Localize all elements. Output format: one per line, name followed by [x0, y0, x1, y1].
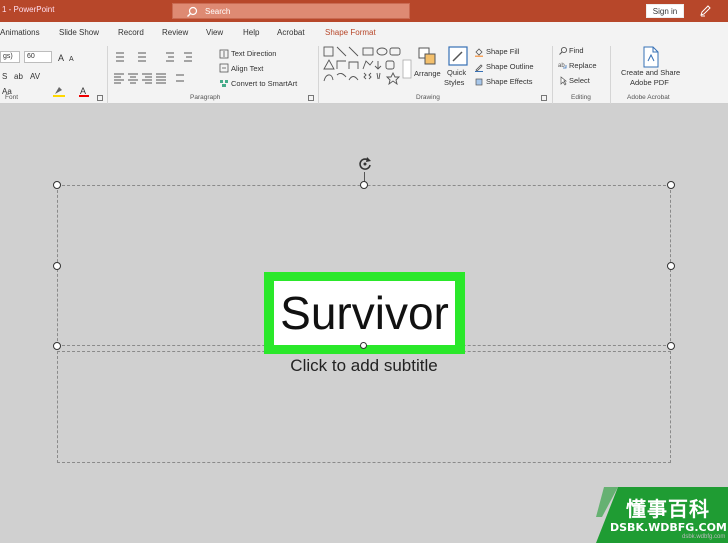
select-cursor-icon: [560, 76, 567, 86]
shape-outline-button[interactable]: Shape Outline: [486, 62, 534, 71]
replace-icon: ab: [558, 63, 567, 69]
tab-review[interactable]: Review: [162, 28, 188, 37]
quick-styles-label-2[interactable]: Styles: [444, 78, 464, 87]
font-dialog-launcher[interactable]: [97, 95, 103, 101]
text-direction-icon: [219, 49, 229, 59]
watermark-title: 懂事百科: [626, 497, 710, 521]
shape-effects-icon: [475, 78, 483, 86]
separator: [610, 46, 611, 104]
svg-text:A: A: [80, 86, 86, 96]
title-bar: 1 - PowerPoint Search Sign in: [0, 0, 728, 22]
separator: [107, 46, 108, 104]
text-direction-button[interactable]: Text Direction: [231, 49, 276, 58]
shape-fill-button[interactable]: Shape Fill: [486, 47, 519, 56]
font-size-increase-icon[interactable]: A A: [58, 52, 82, 62]
select-button[interactable]: Select: [569, 76, 590, 85]
ribbon-tabs: Animations Slide Show Record Review View…: [0, 22, 728, 42]
alignment-icons[interactable]: [112, 72, 212, 84]
search-icon: [187, 6, 198, 17]
quick-styles-icon: [448, 46, 468, 66]
svg-text:ab: ab: [14, 72, 23, 81]
slide-title[interactable]: Survivor: [274, 281, 455, 345]
watermark-domain: DSBK.WDBFG.COM: [610, 521, 727, 534]
svg-text:AV: AV: [30, 72, 41, 81]
replace-button[interactable]: Replace: [569, 61, 597, 70]
svg-text:S: S: [2, 72, 7, 81]
paragraph-dialog-launcher[interactable]: [308, 95, 314, 101]
align-text-icon: [219, 63, 229, 73]
svg-text:A: A: [69, 56, 74, 62]
font-size-combo[interactable]: 60: [24, 51, 52, 63]
tab-animations[interactable]: Animations: [0, 28, 40, 37]
align-text-button[interactable]: Align Text: [231, 64, 263, 73]
separator: [552, 46, 553, 104]
watermark-small-domain: dsbk.wdbfg.com: [682, 534, 726, 540]
watermark: 懂事百科 DSBK.WDBFG.COM dsbk.wdbfg.com: [596, 487, 728, 543]
editing-group-label: Editing: [571, 94, 591, 101]
shape-effects-button[interactable]: Shape Effects: [486, 77, 533, 86]
resize-handle[interactable]: [360, 181, 368, 189]
create-share-pdf-button[interactable]: Create and Share: [621, 68, 680, 77]
resize-handle[interactable]: [53, 342, 61, 350]
separator: [318, 46, 319, 104]
svg-text:A: A: [58, 53, 64, 62]
convert-smartart-button[interactable]: Convert to SmartArt: [231, 79, 297, 88]
resize-handle[interactable]: [53, 262, 61, 270]
search-input[interactable]: Search: [172, 3, 410, 19]
quick-styles-label-1[interactable]: Quick: [447, 68, 466, 77]
acrobat-group-label: Adobe Acrobat: [627, 94, 670, 101]
font-group-label: Font: [5, 94, 19, 101]
arrange-icon: [418, 47, 436, 65]
resize-handle[interactable]: [360, 342, 367, 349]
sign-in-button[interactable]: Sign in: [646, 4, 684, 18]
paint-bucket-icon: [475, 48, 483, 57]
drawing-dialog-launcher[interactable]: [541, 95, 547, 101]
find-icon: [559, 46, 568, 55]
resize-handle[interactable]: [667, 181, 675, 189]
font-name-combo[interactable]: gs): [0, 51, 20, 63]
create-share-pdf-label-2[interactable]: Adobe PDF: [630, 78, 669, 87]
resize-handle[interactable]: [53, 181, 61, 189]
tab-acrobat[interactable]: Acrobat: [277, 28, 305, 37]
pencil-outline-icon: [475, 64, 483, 72]
search-placeholder: Search: [205, 7, 231, 16]
tab-record[interactable]: Record: [118, 28, 144, 37]
tab-shape-format[interactable]: Shape Format: [325, 28, 376, 37]
tab-slide-show[interactable]: Slide Show: [59, 28, 99, 37]
adobe-pdf-icon: [643, 46, 659, 68]
resize-handle[interactable]: [667, 262, 675, 270]
shapes-gallery[interactable]: [322, 45, 412, 85]
tab-help[interactable]: Help: [243, 28, 259, 37]
rotate-handle-icon[interactable]: [356, 155, 374, 173]
text-effects-icon[interactable]: S ab AV: [0, 69, 48, 81]
resize-handle[interactable]: [667, 342, 675, 350]
arrange-button[interactable]: Arrange: [414, 69, 441, 78]
ribbon: gs) 60 A A S ab AV Aa A Font Text Direct…: [0, 42, 728, 104]
paragraph-group-label: Paragraph: [190, 94, 221, 101]
drawing-group-label: Drawing: [416, 94, 440, 101]
smartart-icon: [220, 80, 228, 87]
subtitle-placeholder[interactable]: Click to add subtitle: [58, 356, 670, 376]
bullets-numbering-icon[interactable]: [112, 51, 212, 63]
pen-icon[interactable]: [698, 4, 712, 18]
tab-view[interactable]: View: [206, 28, 223, 37]
find-button[interactable]: Find: [569, 46, 584, 55]
document-title: 1 - PowerPoint: [2, 5, 55, 14]
